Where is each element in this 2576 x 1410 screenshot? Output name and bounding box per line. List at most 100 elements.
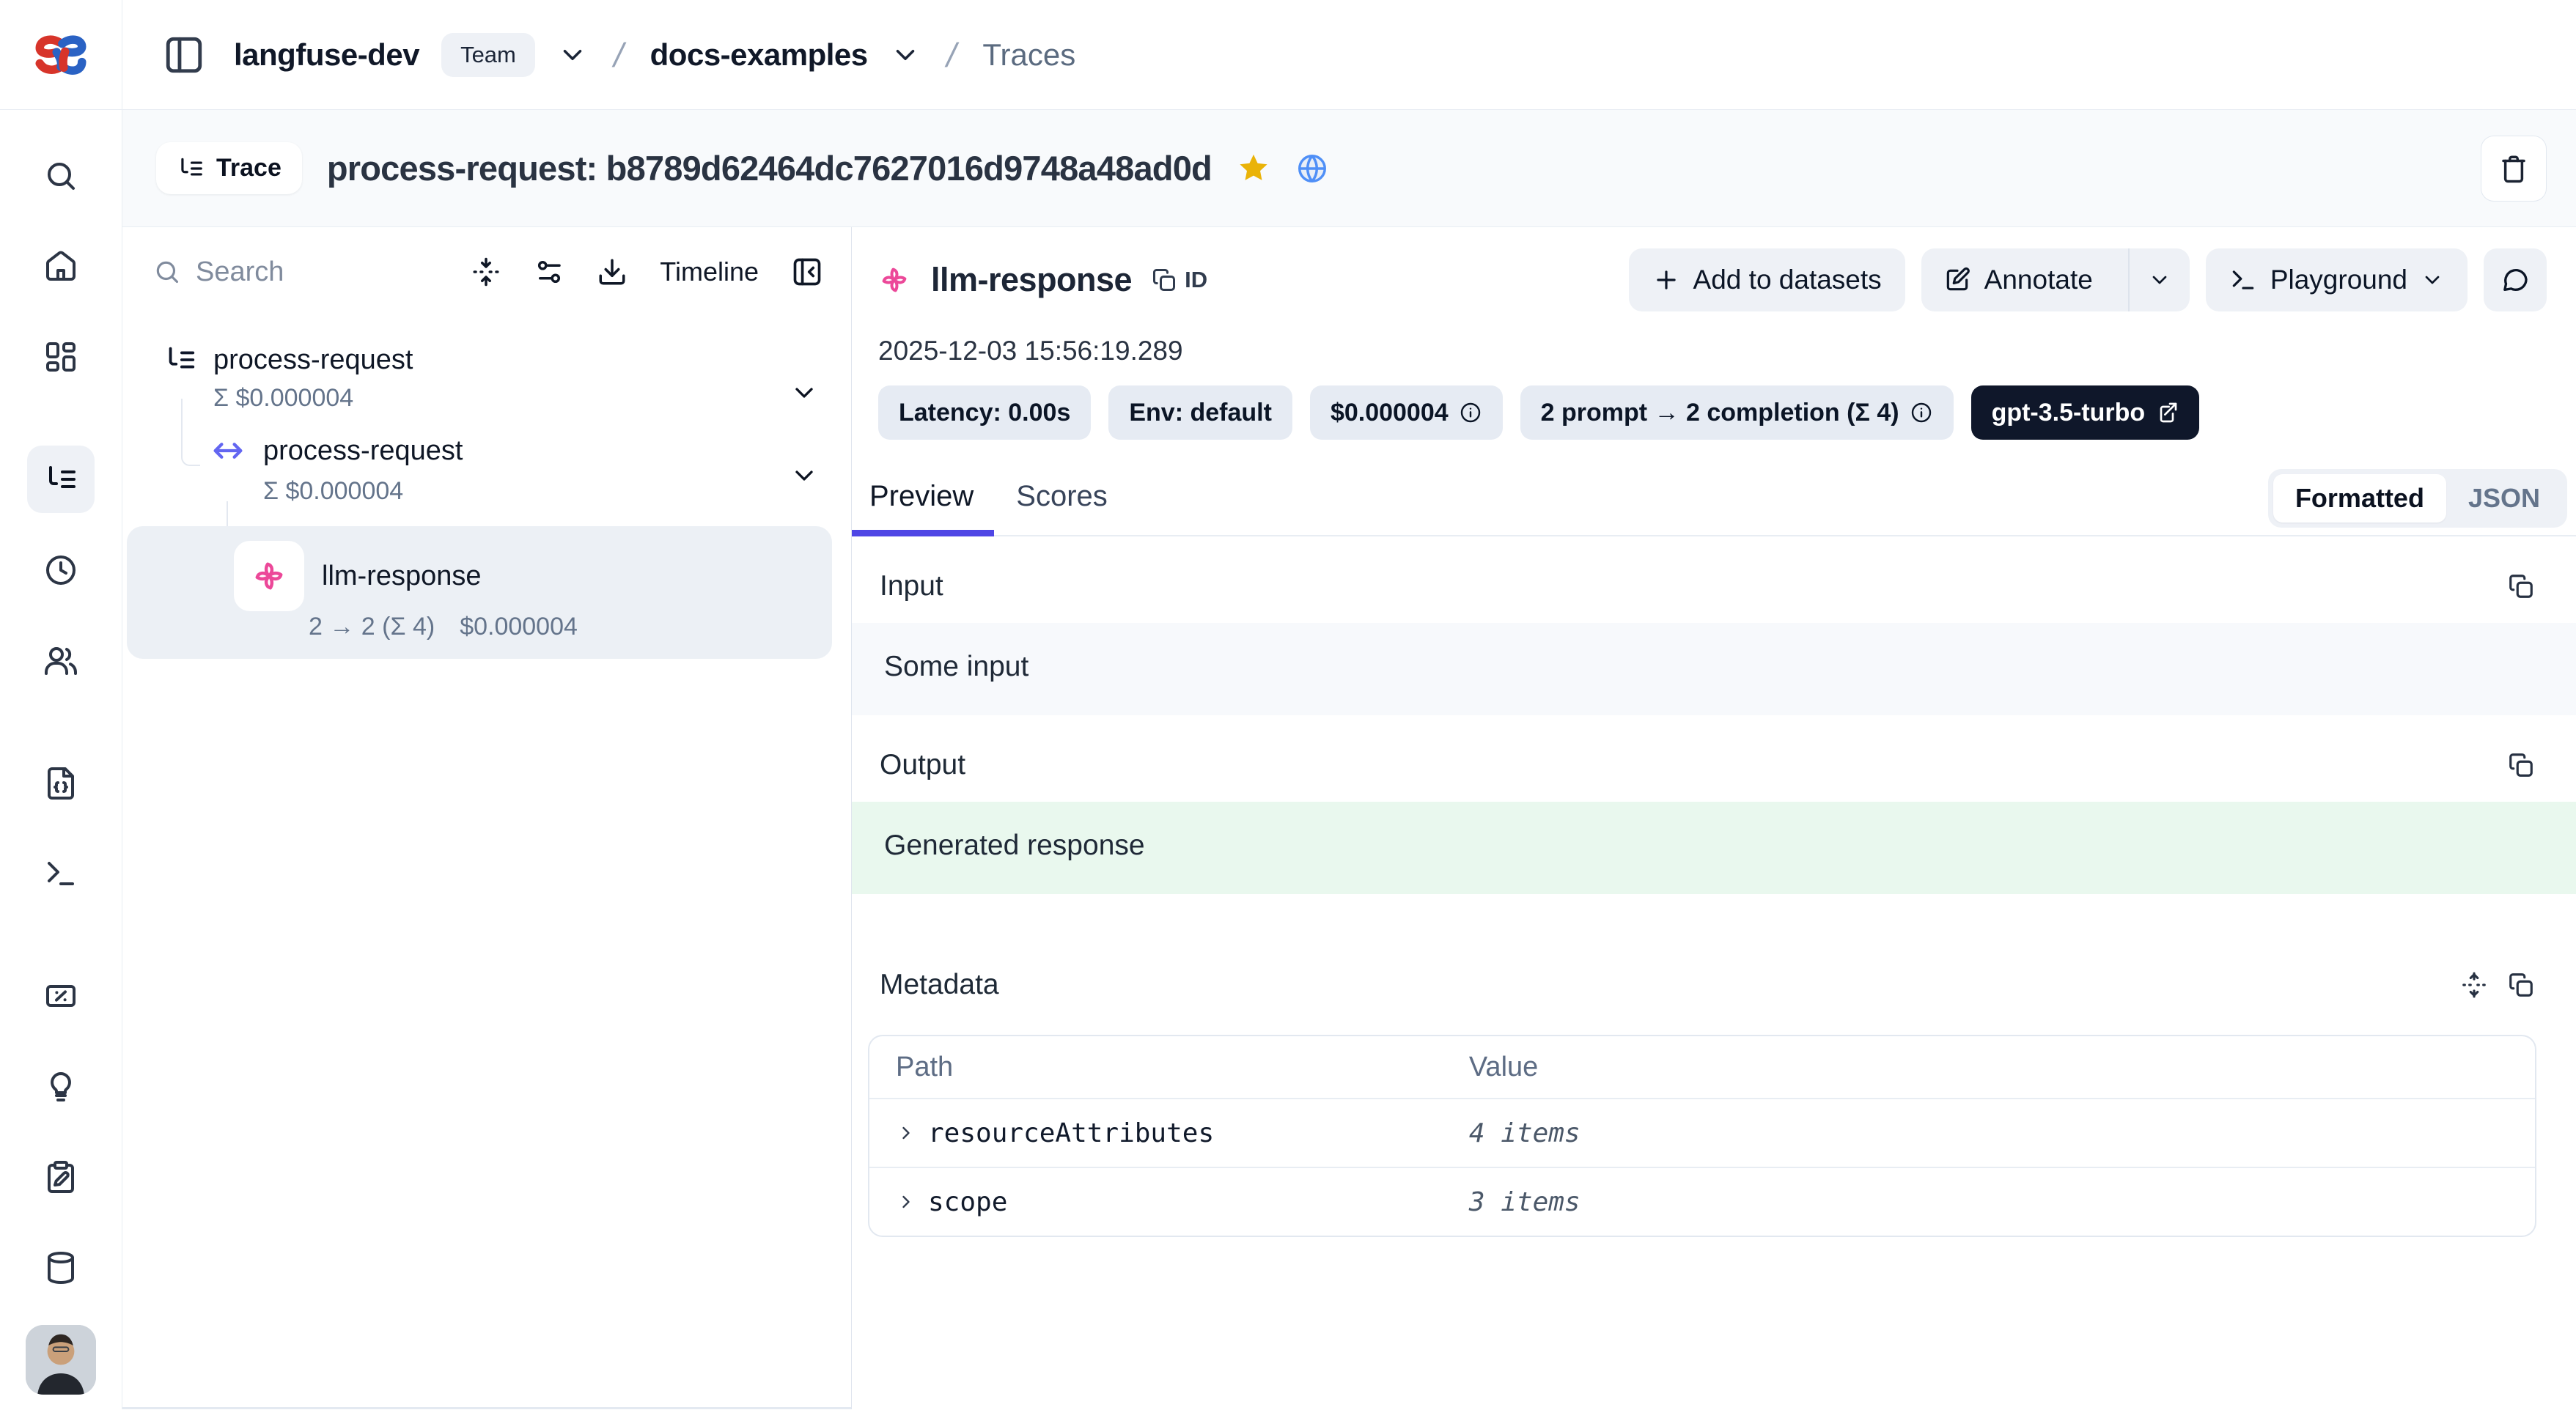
nav-home[interactable]: [27, 232, 95, 299]
org-plan-badge: Team: [441, 33, 535, 77]
output-section-header: Output: [852, 749, 2576, 781]
observation-title: llm-response: [931, 261, 1132, 299]
langfuse-logo: [27, 21, 95, 89]
annotate-menu-button[interactable]: [2128, 248, 2190, 311]
observation-detail-panel: llm-response ID Add to datasets: [852, 227, 2576, 1409]
nav-search[interactable]: [27, 142, 95, 209]
metadata-value: 4 items: [1469, 1118, 1580, 1148]
nav-rail: [0, 110, 122, 1409]
observation-actions: Add to datasets Annotate: [1629, 248, 2547, 311]
annotate-button[interactable]: Annotate: [1921, 248, 2115, 311]
input-content: Some input: [852, 623, 2576, 715]
avatar-photo: [26, 1325, 96, 1395]
metadata-section-title: Metadata: [880, 969, 999, 1001]
metadata-key: resourceAttributes: [928, 1118, 1214, 1148]
input-section-title: Input: [880, 570, 943, 602]
comments-button[interactable]: [2484, 248, 2547, 311]
view-format-toggle: Formatted JSON: [2268, 469, 2567, 528]
model-badge[interactable]: gpt-3.5-turbo: [1971, 385, 2200, 440]
environment-badge-label: Env: default: [1129, 399, 1272, 427]
copy-icon[interactable]: [2507, 572, 2535, 600]
list-tree-icon: [163, 343, 197, 377]
metadata-section-header: Metadata: [852, 969, 2576, 1001]
node-collapse-button[interactable]: [790, 378, 819, 407]
tree-node-root[interactable]: process-request Σ $0.000004: [122, 343, 851, 432]
nav-prompts[interactable]: [27, 750, 95, 816]
trace-title: process-request: b8789d62464dc7627016d97…: [327, 148, 1212, 188]
add-to-datasets-button[interactable]: Add to datasets: [1629, 248, 1905, 311]
nav-evaluation[interactable]: [27, 963, 95, 1030]
table-row[interactable]: scope 3 items: [869, 1167, 2535, 1236]
tree-node-span[interactable]: process-request Σ $0.000004: [122, 432, 851, 520]
table-row[interactable]: resourceAttributes 4 items: [869, 1098, 2535, 1167]
project-switcher-button[interactable]: [890, 40, 921, 70]
collapse-panel-button[interactable]: [791, 256, 823, 288]
environment-badge: Env: default: [1108, 385, 1292, 440]
app-logo[interactable]: [0, 0, 122, 109]
project-name[interactable]: docs-examples: [650, 37, 868, 73]
sliders-icon: [534, 256, 564, 287]
nav-datasets[interactable]: [27, 1234, 95, 1301]
search-icon: [43, 158, 78, 193]
latency-badge: Latency: 0.00s: [878, 385, 1091, 440]
trash-icon: [2498, 153, 2529, 184]
observation-tree: process-request Σ $0.000004 process-requ…: [122, 317, 851, 659]
trace-chip-label: Trace: [216, 154, 281, 182]
token-usage-badge[interactable]: 2 prompt → 2 completion (Σ 4): [1520, 385, 1954, 440]
breadcrumb-separator: /: [606, 35, 632, 75]
node-cost: Σ $0.000004: [213, 384, 353, 413]
copy-id-button[interactable]: ID: [1151, 267, 1207, 293]
toggle-formatted[interactable]: Formatted: [2273, 474, 2446, 523]
list-tree-icon: [177, 155, 205, 182]
tree-search[interactable]: [153, 256, 438, 288]
dashboard-icon: [43, 339, 78, 374]
nav-sessions[interactable]: [27, 536, 95, 603]
generation-icon: [249, 556, 289, 596]
sidebar-toggle-button[interactable]: [156, 27, 212, 83]
nav-insights[interactable]: [27, 1053, 95, 1120]
nav-annotation[interactable]: [27, 1144, 95, 1211]
nav-tracing[interactable]: [27, 446, 95, 512]
nav-playground[interactable]: [27, 840, 95, 907]
model-badge-label: gpt-3.5-turbo: [1992, 399, 2146, 427]
trace-tree-panel: Timeline process-request Σ $0.0000: [122, 227, 852, 1409]
tree-node-generation-selected[interactable]: llm-response 2 → 2 (Σ 4) $0.000004: [127, 526, 832, 659]
node-cost: Σ $0.000004: [263, 477, 403, 506]
copy-icon[interactable]: [2507, 971, 2535, 999]
star-icon[interactable]: [1237, 152, 1270, 185]
panel-collapse-icon: [791, 256, 823, 288]
user-avatar[interactable]: [26, 1325, 96, 1395]
breadcrumb-page[interactable]: Traces: [982, 37, 1075, 73]
download-icon: [597, 256, 628, 287]
node-collapse-button[interactable]: [790, 461, 819, 490]
org-name[interactable]: langfuse-dev: [234, 37, 419, 73]
collapse-all-button[interactable]: [471, 256, 501, 287]
download-button[interactable]: [597, 256, 628, 287]
annotate-label: Annotate: [1984, 265, 2093, 295]
delete-trace-button[interactable]: [2481, 136, 2547, 202]
nav-dashboards[interactable]: [27, 323, 95, 390]
playground-button[interactable]: Playground: [2206, 248, 2468, 311]
top-bar: langfuse-dev Team / docs-examples / Trac…: [0, 0, 2576, 110]
cost-badge-label: $0.000004: [1331, 399, 1449, 427]
chevron-right-icon[interactable]: [896, 1192, 916, 1212]
tree-settings-button[interactable]: [534, 256, 564, 287]
nav-users[interactable]: [27, 627, 95, 693]
chevron-right-icon[interactable]: [896, 1123, 916, 1143]
tree-search-input[interactable]: [196, 256, 357, 288]
latency-badge-label: Latency: 0.00s: [899, 399, 1070, 427]
fold-vertical-icon: [471, 256, 501, 287]
org-switcher-button[interactable]: [557, 40, 588, 70]
unfold-vertical-icon[interactable]: [2460, 971, 2488, 999]
tab-scores[interactable]: Scores: [994, 480, 1128, 535]
metadata-table: Path Value resourceAttributes 4 items: [868, 1035, 2536, 1237]
database-icon: [43, 1250, 78, 1285]
output-section-title: Output: [880, 749, 965, 781]
copy-icon[interactable]: [2507, 751, 2535, 779]
tab-preview[interactable]: Preview: [852, 480, 994, 535]
globe-icon[interactable]: [1295, 152, 1329, 185]
toggle-json[interactable]: JSON: [2446, 474, 2562, 523]
panel-left-icon: [163, 34, 205, 76]
timeline-toggle[interactable]: Timeline: [660, 256, 759, 287]
cost-badge[interactable]: $0.000004: [1310, 385, 1503, 440]
